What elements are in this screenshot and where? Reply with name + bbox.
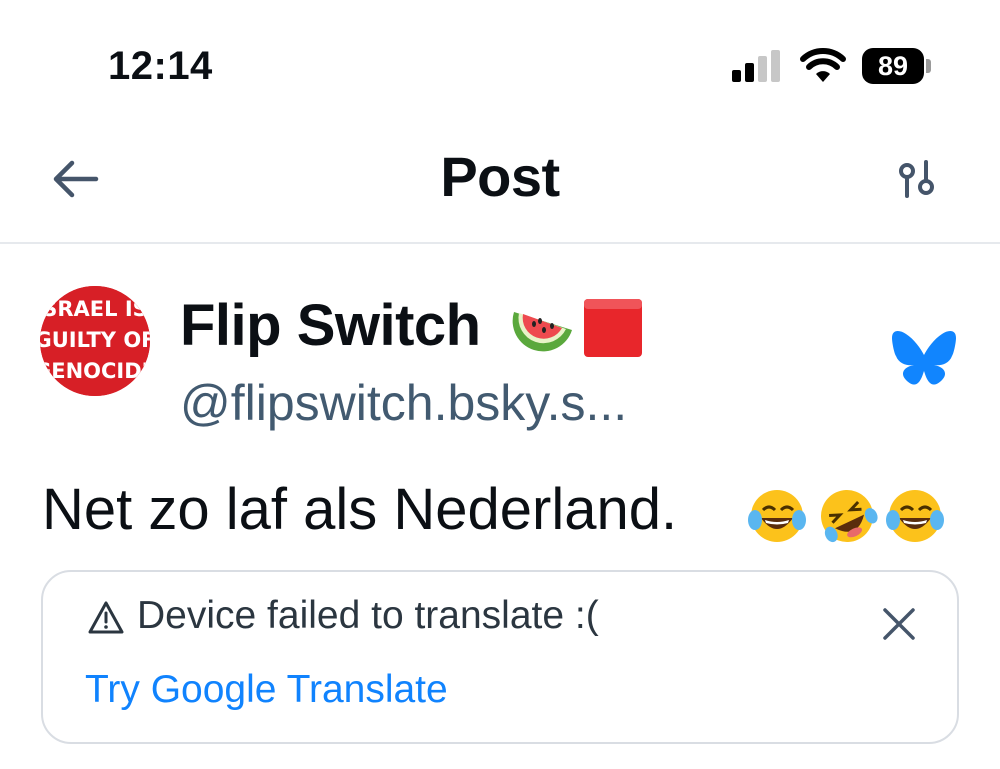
tears-of-joy-emoji-icon-2 [886, 490, 944, 542]
warning-triangle-icon [88, 601, 124, 634]
avatar-line-1: SRAEL IS [42, 297, 148, 321]
page-title: Post [440, 145, 560, 208]
wifi-icon [800, 48, 846, 82]
laughing-emoji-icons [748, 490, 944, 543]
translate-error-message: Device failed to translate :( [137, 594, 599, 637]
header-divider [0, 242, 1000, 244]
battery-indicator: 89 [862, 48, 924, 84]
avatar-image: SRAEL IS GUILTY OF GENOCIDE [40, 286, 150, 396]
status-time: 12:14 [108, 44, 213, 88]
bluesky-butterfly-icon[interactable] [892, 330, 956, 388]
avatar-line-2: GUILTY OF [40, 328, 150, 352]
sliders-icon[interactable] [892, 154, 942, 204]
google-translate-link[interactable]: Try Google Translate [85, 668, 448, 712]
cellular-signal-icon [732, 50, 780, 82]
post-text: Net zo laf als Nederland. [42, 477, 678, 542]
post-header: Post [0, 120, 1000, 242]
rolling-laughing-emoji-icon [821, 490, 878, 543]
translate-error-card: Device failed to translate :( Try Google… [41, 570, 959, 744]
status-bar: 12:14 89 [0, 0, 1000, 120]
close-icon[interactable] [879, 604, 919, 644]
watermelon-emoji-icon [512, 312, 572, 352]
red-square-emoji-icon [584, 299, 642, 357]
post-screen: 12:14 89 Post SRAEL IS GUILTY OF GENOCID… [0, 0, 1000, 769]
author-handle[interactable]: @flipswitch.bsky.s... [180, 374, 627, 432]
avatar-line-3: GENOCIDE [40, 359, 150, 383]
author-name[interactable]: Flip Switch [180, 292, 481, 359]
battery-cap [926, 59, 931, 73]
avatar[interactable]: SRAEL IS GUILTY OF GENOCIDE [40, 286, 150, 396]
tears-of-joy-emoji-icon [748, 490, 806, 542]
